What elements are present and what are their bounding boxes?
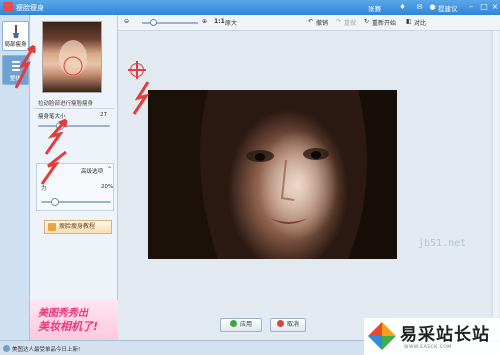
watermark-brand: 易采站长站 bbox=[400, 325, 490, 345]
user-name[interactable]: 张赛 bbox=[368, 3, 381, 13]
preview-hint: 拉动脸部进行瘦脸瘦身 bbox=[38, 101, 94, 107]
ad-line-2: 美妆相机了! bbox=[38, 320, 99, 333]
strength-value: 20% bbox=[101, 184, 114, 190]
chevron-up-icon[interactable]: ⌃ bbox=[107, 166, 112, 173]
redo-icon[interactable]: ↷ bbox=[336, 18, 341, 25]
tutorial-button[interactable]: 瘦脸瘦身教程 bbox=[44, 220, 112, 234]
ratio-label[interactable]: 1:1 bbox=[214, 18, 225, 25]
original-size-button[interactable]: 原大 bbox=[225, 18, 237, 27]
close-button[interactable]: × bbox=[490, 2, 500, 12]
window-title: 瘦脸瘦身 bbox=[16, 4, 44, 12]
ad-banner[interactable]: 美图秀秀出 美妆相机了! bbox=[30, 300, 118, 340]
preview-annotation bbox=[59, 40, 87, 76]
apply-button-label: 应用 bbox=[239, 321, 252, 328]
title-bar: 瘦脸瘦身 张赛 ♦ ✉ ● 提建议 – □ × bbox=[0, 0, 500, 15]
feedback-link[interactable]: 提建议 bbox=[438, 3, 458, 13]
tutorial-button-label: 瘦脸瘦身教程 bbox=[59, 223, 96, 230]
apply-button[interactable]: 应用 bbox=[220, 318, 262, 332]
advanced-options-label[interactable]: 高级选项 bbox=[81, 167, 103, 175]
ad-line-1: 美图秀秀出 bbox=[38, 308, 88, 319]
restart-button[interactable]: 重新开始 bbox=[372, 18, 396, 27]
brush-size-value: 27 bbox=[100, 112, 107, 118]
annotation-arrow-strength bbox=[40, 150, 67, 185]
book-icon bbox=[48, 223, 56, 231]
watermark-url: WWW.EASCK.COM bbox=[404, 345, 452, 350]
cancel-icon bbox=[276, 320, 284, 327]
annotation-arrow-cursor bbox=[132, 81, 150, 115]
undo-button[interactable]: 撤销 bbox=[316, 18, 328, 27]
annotation-arrow-tab bbox=[14, 44, 36, 89]
mail-icon[interactable]: ✉ bbox=[415, 3, 424, 12]
canvas-workspace: ⊖ ⊕ 1:1 原大 ↶ 撤销 ↷ 重做 ↻ 重新开始 ◧ 对比 应用 取消 bbox=[118, 15, 500, 340]
compare-icon[interactable]: ◧ bbox=[406, 18, 412, 25]
vertical-scrollbar[interactable] bbox=[492, 31, 499, 320]
strength-knob[interactable] bbox=[51, 198, 59, 206]
watermark-logo-icon bbox=[368, 322, 396, 350]
cancel-button-label: 取消 bbox=[286, 321, 299, 328]
face-preview-image bbox=[42, 21, 102, 93]
watermark-faint-text: jb51.net bbox=[418, 238, 467, 249]
cancel-button[interactable]: 取消 bbox=[270, 318, 306, 332]
check-icon bbox=[229, 320, 237, 327]
undo-icon[interactable]: ↶ bbox=[308, 18, 313, 25]
info-icon bbox=[3, 345, 10, 352]
skin-icon[interactable]: ♦ bbox=[398, 3, 407, 12]
status-text[interactable]: 美图达人最受单品今日上新! bbox=[12, 345, 80, 353]
view-toolbar: ⊖ ⊕ 1:1 原大 ↶ 撤销 ↷ 重做 ↻ 重新开始 ◧ 对比 bbox=[118, 15, 500, 31]
maximize-button[interactable]: □ bbox=[479, 2, 489, 12]
brush-cursor-icon bbox=[128, 61, 146, 79]
compare-button[interactable]: 对比 bbox=[414, 18, 426, 27]
edit-canvas-photo[interactable] bbox=[148, 90, 397, 259]
zoom-out-icon[interactable]: ⊖ bbox=[124, 18, 129, 25]
minimize-button[interactable]: – bbox=[466, 2, 476, 12]
redo-button[interactable]: 重做 bbox=[344, 18, 356, 27]
zoom-knob[interactable] bbox=[150, 19, 157, 26]
feedback-icon[interactable]: ● bbox=[428, 3, 437, 12]
restart-icon[interactable]: ↻ bbox=[364, 18, 369, 25]
brush-icon bbox=[12, 25, 19, 38]
zoom-in-icon[interactable]: ⊕ bbox=[202, 18, 207, 25]
app-logo-icon bbox=[3, 2, 13, 12]
divider bbox=[34, 108, 114, 109]
portrait-shading bbox=[148, 90, 397, 259]
